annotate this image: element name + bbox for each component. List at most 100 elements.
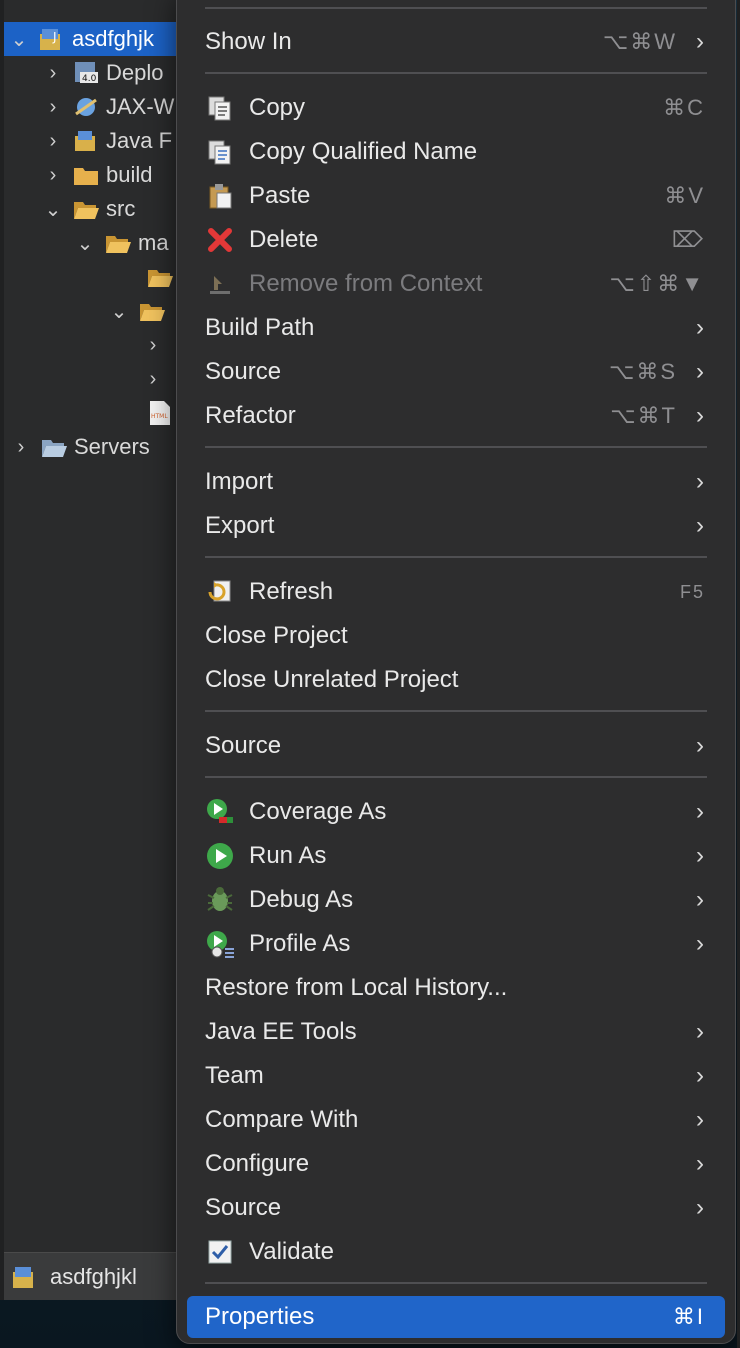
chevron-right-icon[interactable]: › <box>44 62 62 84</box>
folder-open-icon <box>106 236 131 253</box>
tree-item-build[interactable]: › build <box>4 158 204 192</box>
context-menu: Show In ⌥⌘W › Copy ⌘C Copy Qualified Nam… <box>176 0 736 1344</box>
menu-item-label: Debug As <box>249 886 354 913</box>
menu-item-close-unrelated-project[interactable]: Close Unrelated Project <box>187 660 725 700</box>
menu-item-label: Copy Qualified Name <box>249 138 478 165</box>
menu-item-shortcut: ⌥⌘S <box>608 359 677 384</box>
menu-item-shortcut: F5 <box>679 581 705 602</box>
chevron-right-icon: › <box>696 28 704 55</box>
menu-item-java-ee-tools[interactable]: Java EE Tools › <box>187 1012 725 1052</box>
menu-item-shortcut: ⌥⇧⌘▼ <box>609 271 705 296</box>
chevron-down-icon[interactable]: ⌄ <box>110 301 128 323</box>
chevron-right-icon: › <box>696 512 704 539</box>
delete-icon <box>205 225 235 255</box>
project-icon <box>13 1266 33 1288</box>
menu-item-build-path[interactable]: Build Path › <box>187 308 725 348</box>
menu-item-label: Refresh <box>249 578 334 605</box>
svg-text:4.0: 4.0 <box>82 74 97 84</box>
tree-item-label: ma <box>138 230 169 255</box>
menu-item-validate[interactable]: Validate <box>187 1232 725 1272</box>
menu-item-copy[interactable]: Copy ⌘C <box>187 88 725 128</box>
menu-item-label: Run As <box>249 842 327 869</box>
tree-item-child-2[interactable]: › <box>4 362 204 396</box>
chevron-right-icon: › <box>696 1018 704 1045</box>
menu-item-source[interactable]: Source ⌥⌘S › <box>187 352 725 392</box>
menu-item-profile-as[interactable]: Profile As › <box>187 924 725 964</box>
menu-item-label: Profile As <box>249 930 351 957</box>
project-icon: J <box>40 29 60 50</box>
menu-item-refresh[interactable]: Refresh F5 <box>187 572 725 612</box>
menu-item-paste[interactable]: Paste ⌘V <box>187 176 725 216</box>
tree-item-html-file[interactable]: HTML <box>4 396 204 430</box>
menu-item-label: Build Path <box>205 314 315 341</box>
svg-text:HTML: HTML <box>151 413 168 420</box>
svg-text:J: J <box>52 30 57 44</box>
folder-icon <box>74 168 98 185</box>
tree-item-main[interactable]: ⌄ ma <box>4 226 204 260</box>
tree-item-label: Deplo <box>106 60 164 85</box>
folder-open-icon <box>140 304 165 321</box>
chevron-right-icon[interactable]: › <box>12 436 30 458</box>
tree-item-jaxws[interactable]: › JAX-W <box>4 90 204 124</box>
chevron-right-icon: › <box>696 930 704 957</box>
menu-item-label: Close Project <box>205 622 348 649</box>
html-file-icon: HTML <box>150 401 170 425</box>
menu-item-delete[interactable]: Delete ⌦ <box>187 220 725 260</box>
menu-item-source-2[interactable]: Source › <box>187 726 725 766</box>
menu-item-show-in[interactable]: Show In ⌥⌘W › <box>187 22 725 62</box>
menu-item-compare-with[interactable]: Compare With › <box>187 1100 725 1140</box>
menu-item-export[interactable]: Export › <box>187 506 725 546</box>
menu-item-restore-local-history[interactable]: Restore from Local History... <box>187 968 725 1008</box>
tree-item-label: asdfghjk <box>72 26 154 51</box>
chevron-right-icon: › <box>696 358 704 385</box>
tree-item-project[interactable]: ⌄ J asdfghjk <box>4 22 204 56</box>
menu-item-close-project[interactable]: Close Project <box>187 616 725 656</box>
menu-item-run-as[interactable]: Run As › <box>187 836 725 876</box>
chevron-right-icon[interactable]: › <box>144 334 162 356</box>
menu-item-team[interactable]: Team › <box>187 1056 725 1096</box>
tree-item-label: Servers <box>74 434 150 459</box>
menu-separator <box>205 776 707 778</box>
chevron-right-icon[interactable]: › <box>44 164 62 186</box>
menu-item-copy-qualified-name[interactable]: Copy Qualified Name <box>187 132 725 172</box>
tree-item-deployment[interactable]: › 4.0 Deplo <box>4 56 204 90</box>
chevron-down-icon[interactable]: ⌄ <box>76 233 94 255</box>
menu-item-label: Team <box>205 1062 264 1089</box>
chevron-right-icon: › <box>696 402 704 429</box>
menu-item-coverage-as[interactable]: Coverage As › <box>187 792 725 832</box>
menu-item-remove-from-context[interactable]: Remove from Context ⌥⇧⌘▼ <box>187 264 725 304</box>
tree-item-src[interactable]: ⌄ src <box>4 192 204 226</box>
tree-item-label: build <box>106 162 153 187</box>
chevron-right-icon: › <box>696 1106 704 1133</box>
deployment-descriptor-icon: 4.0 <box>75 62 98 84</box>
menu-item-label: Properties <box>205 1303 315 1330</box>
chevron-right-icon: › <box>696 1194 704 1221</box>
chevron-down-icon[interactable]: ⌄ <box>10 29 28 51</box>
coverage-icon <box>205 797 235 827</box>
menu-item-debug-as[interactable]: Debug As › <box>187 880 725 920</box>
menu-item-refactor[interactable]: Refactor ⌥⌘T › <box>187 396 725 436</box>
tree-item-child-1[interactable]: › <box>4 328 204 362</box>
tree-item-java-resources[interactable]: › Java F <box>4 124 204 158</box>
chevron-down-icon[interactable]: ⌄ <box>44 199 62 221</box>
chevron-right-icon[interactable]: › <box>44 130 62 152</box>
tree-item-folder-expanded[interactable]: ⌄ <box>4 294 204 328</box>
menu-item-import[interactable]: Import › <box>187 462 725 502</box>
web-services-icon <box>75 98 97 116</box>
menu-item-label: Show In <box>205 28 292 55</box>
chevron-right-icon[interactable]: › <box>144 368 162 390</box>
menu-item-label: Java EE Tools <box>205 1018 357 1045</box>
tree-item-folder[interactable] <box>4 260 204 294</box>
menu-item-source-3[interactable]: Source › <box>187 1188 725 1228</box>
menu-item-configure[interactable]: Configure › <box>187 1144 725 1184</box>
java-resources-icon <box>75 131 95 151</box>
menu-item-label: Restore from Local History... <box>205 974 508 1001</box>
menu-item-label: Source <box>205 1194 282 1221</box>
menu-item-label: Configure <box>205 1150 310 1177</box>
copy-qualified-name-icon <box>205 137 235 167</box>
menu-item-properties[interactable]: Properties ⌘I <box>187 1296 725 1338</box>
status-project[interactable]: asdfghjkl <box>4 1252 176 1300</box>
chevron-right-icon: › <box>696 798 704 825</box>
tree-item-servers[interactable]: › Servers <box>4 430 204 464</box>
chevron-right-icon[interactable]: › <box>44 96 62 118</box>
